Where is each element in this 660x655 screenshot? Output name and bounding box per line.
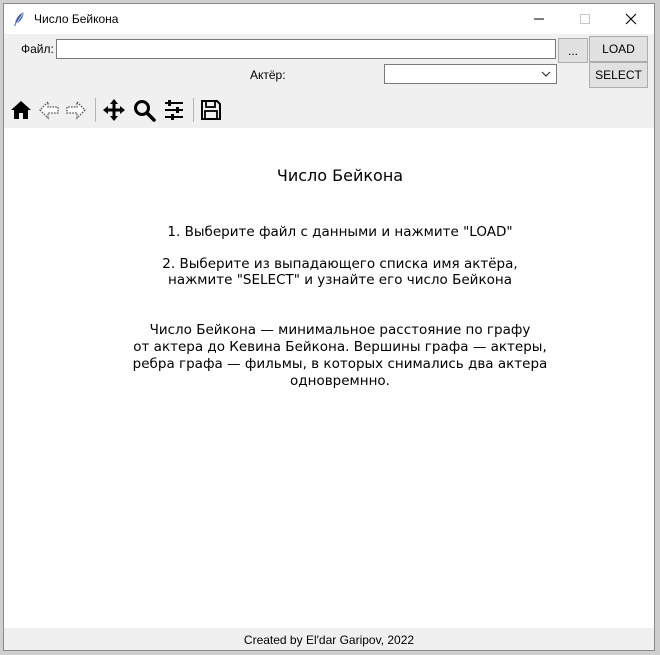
configure-subplots-icon[interactable] [162, 98, 186, 122]
bacon-number-description: Число Бейкона — минимальное расстояние п… [4, 322, 660, 390]
window-title: Число Бейкона [34, 12, 119, 26]
step2-line-2: нажмите "SELECT" и узнайте его число Бей… [168, 272, 512, 288]
select-button[interactable]: SELECT [589, 62, 648, 88]
chevron-down-icon [541, 71, 551, 77]
back-arrow-icon[interactable] [37, 98, 61, 122]
description-line-1: Число Бейкона — минимальное расстояние п… [149, 322, 531, 338]
heading-text: Число Бейкона [276, 166, 404, 185]
close-button[interactable] [608, 4, 654, 34]
title-bar[interactable]: Число Бейкона [4, 4, 654, 34]
file-label: Файл: [21, 42, 54, 56]
description-line-4: одновремнно. [290, 373, 390, 389]
pan-icon[interactable] [102, 98, 126, 122]
toolbar-separator [193, 98, 194, 122]
plot-canvas[interactable]: Число Бейкона 1. Выберите файл с данными… [4, 128, 654, 628]
step2-line-1: 2. Выберите из выпадающего списка имя ак… [162, 256, 518, 272]
description-line-2: от актера до Кевина Бейкона. Вершины гра… [133, 339, 547, 355]
save-icon[interactable] [199, 98, 223, 122]
actor-label: Актёр: [250, 68, 286, 82]
toolbar-separator [95, 98, 96, 122]
canvas-heading: Число Бейкона [4, 166, 660, 185]
app-window: Число Бейкона Файл: ... LOAD Актёр: SELE… [3, 3, 655, 651]
load-button[interactable]: LOAD [589, 36, 648, 62]
zoom-icon[interactable] [132, 98, 156, 122]
feather-icon [12, 11, 26, 27]
browse-button[interactable]: ... [558, 38, 588, 63]
description-line-3: ребра графа — фильмы, в которых снималис… [132, 356, 548, 372]
step1-text: 1. Выберите файл с данными и нажмите "LO… [167, 224, 513, 240]
home-icon[interactable] [9, 98, 33, 122]
instruction-step-1: 1. Выберите файл с данными и нажмите "LO… [4, 224, 660, 240]
forward-arrow-icon[interactable] [64, 98, 88, 122]
minimize-button[interactable] [516, 4, 562, 34]
plot-toolbar [4, 94, 654, 128]
instruction-step-2: 2. Выберите из выпадающего списка имя ак… [4, 256, 660, 288]
file-path-input[interactable] [56, 39, 556, 59]
maximize-button[interactable] [562, 4, 608, 34]
footer-credit: Created by El'dar Garipov, 2022 [4, 628, 654, 650]
actor-dropdown[interactable] [384, 64, 557, 84]
